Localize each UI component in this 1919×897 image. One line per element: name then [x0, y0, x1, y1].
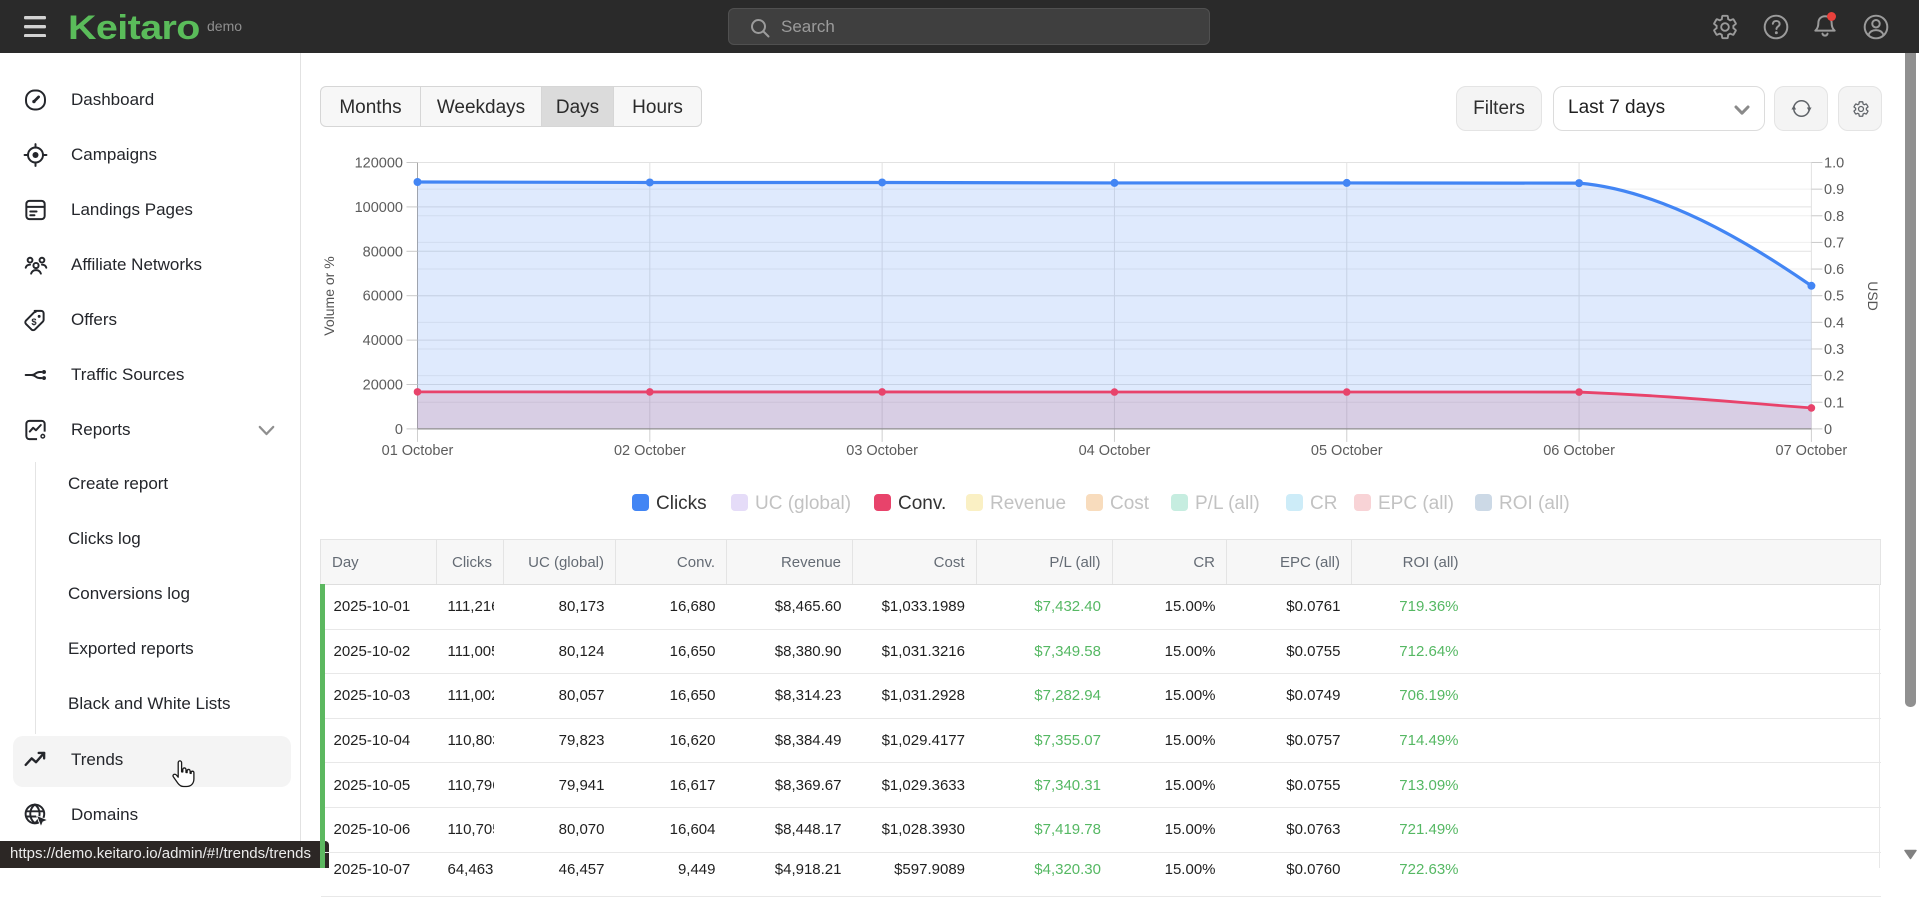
svg-text:0.4: 0.4: [1824, 315, 1844, 331]
svg-text:20000: 20000: [363, 378, 403, 394]
svg-text:06 October: 06 October: [1543, 443, 1615, 459]
svg-text:USD: USD: [1865, 281, 1881, 311]
svg-text:80000: 80000: [363, 244, 403, 260]
svg-text:100000: 100000: [355, 200, 403, 216]
svg-text:0.2: 0.2: [1824, 369, 1844, 385]
svg-text:40000: 40000: [363, 333, 403, 349]
svg-text:05 October: 05 October: [1311, 443, 1383, 459]
svg-text:0.6: 0.6: [1824, 262, 1844, 278]
svg-text:07 October: 07 October: [1776, 443, 1848, 459]
svg-text:03 October: 03 October: [846, 443, 918, 459]
svg-text:04 October: 04 October: [1079, 443, 1151, 459]
svg-text:0: 0: [1824, 422, 1832, 438]
svg-text:02 October: 02 October: [614, 443, 686, 459]
svg-text:01 October: 01 October: [382, 443, 454, 459]
svg-text:0.9: 0.9: [1824, 182, 1844, 198]
svg-text:0.3: 0.3: [1824, 342, 1844, 358]
svg-text:0.8: 0.8: [1824, 209, 1844, 225]
svg-text:120000: 120000: [355, 156, 403, 172]
svg-text:1.0: 1.0: [1824, 156, 1844, 172]
svg-text:Volume or %: Volume or %: [321, 256, 337, 335]
svg-text:0.1: 0.1: [1824, 395, 1844, 411]
svg-text:$: $: [31, 317, 37, 327]
svg-text:0: 0: [395, 422, 403, 438]
svg-text:0.5: 0.5: [1824, 289, 1844, 305]
svg-text:0.7: 0.7: [1824, 235, 1844, 251]
svg-text:60000: 60000: [363, 289, 403, 305]
